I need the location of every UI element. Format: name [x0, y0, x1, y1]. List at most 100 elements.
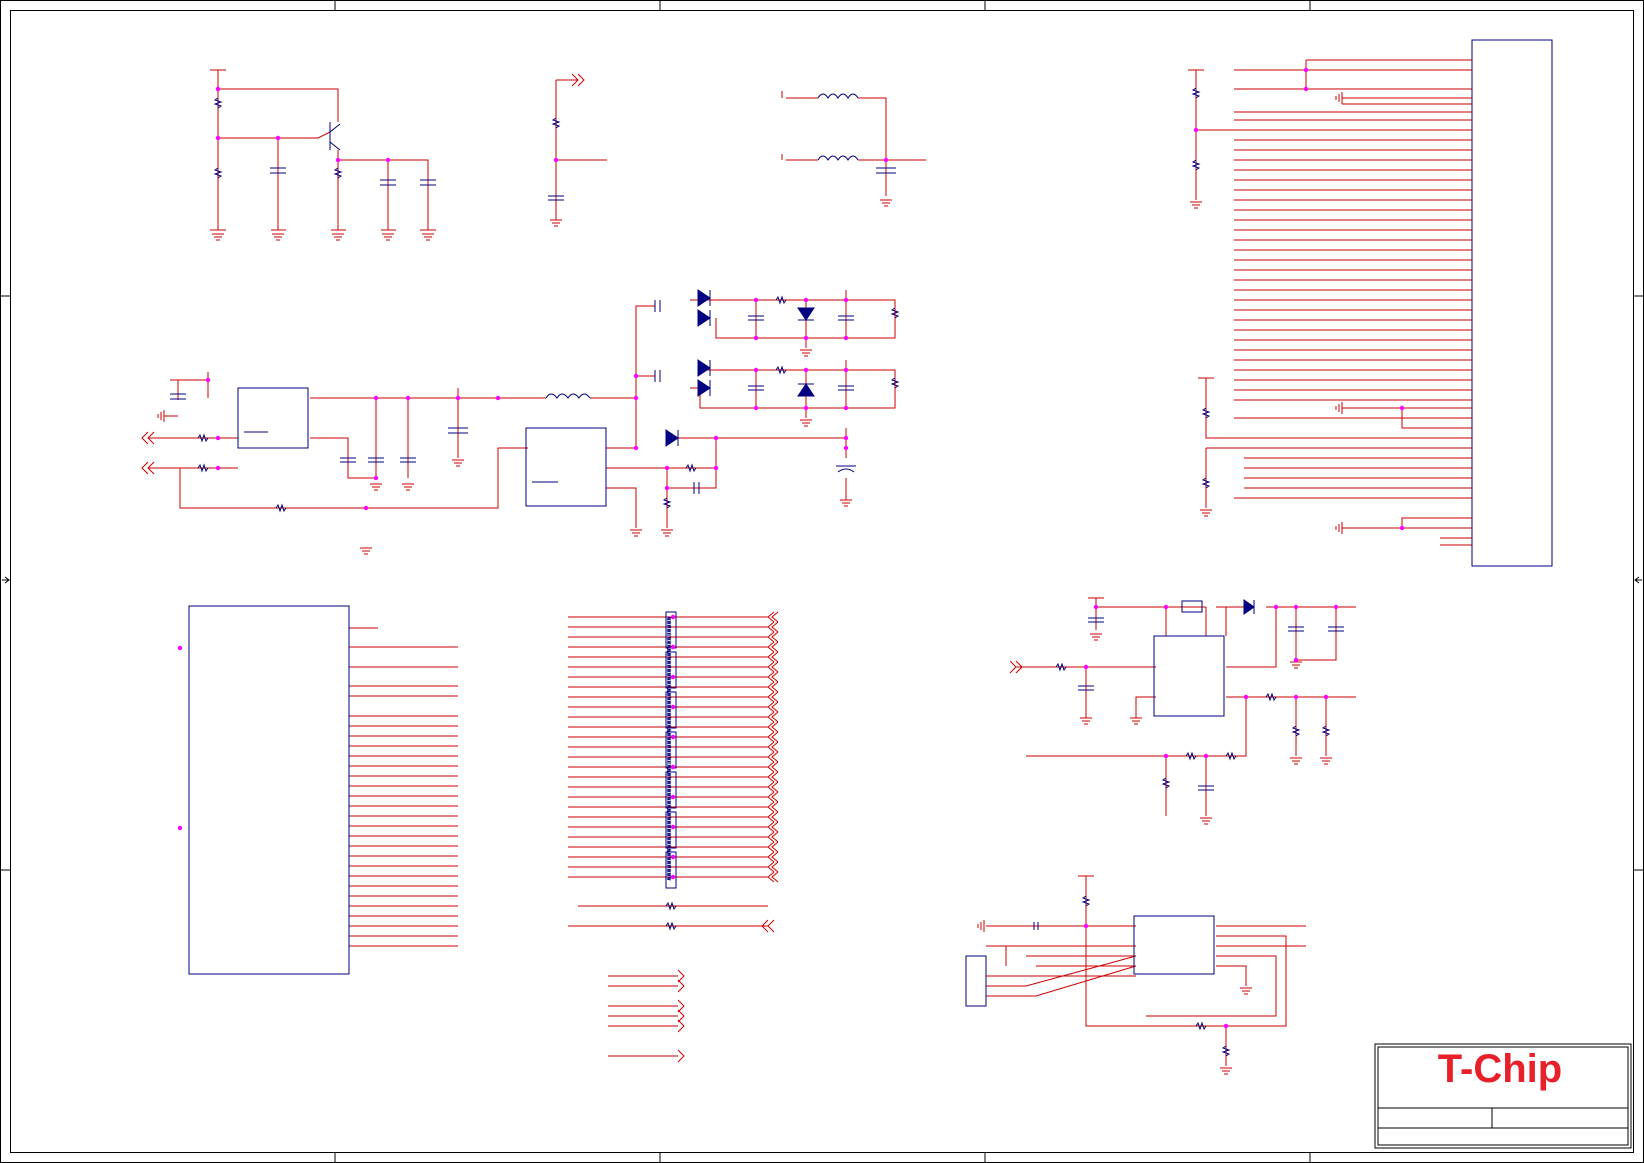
resistor-array-element — [666, 652, 672, 657]
junction-dot — [373, 395, 379, 401]
resistor-array-element — [666, 716, 672, 721]
junction-dot — [670, 614, 676, 620]
resistor-array-element — [666, 724, 672, 729]
resistor-array-element — [666, 744, 672, 749]
resistor-array-element — [666, 700, 672, 705]
junction-dot — [753, 405, 759, 411]
junction-dot — [753, 297, 759, 303]
junction-dot — [1293, 657, 1299, 663]
resistor-array-element — [666, 740, 672, 745]
resistor-array-element — [666, 648, 672, 653]
junction-dot — [753, 367, 759, 373]
bus-arrow — [767, 631, 779, 643]
resistor-array-element — [666, 692, 672, 697]
buck-converter-ic — [525, 427, 607, 507]
resistor-array-element — [666, 852, 672, 857]
junction-dot — [633, 395, 639, 401]
junction-dot — [670, 794, 676, 800]
header-connector — [965, 955, 987, 1007]
junction-dot — [275, 135, 281, 141]
resistor-array-element — [666, 792, 672, 797]
junction-dot — [215, 465, 221, 471]
resistor-array-element — [666, 640, 672, 645]
resistor-array-element — [666, 796, 672, 801]
bus-arrow — [767, 821, 779, 833]
junction-dot — [205, 377, 211, 383]
resistor-array-element — [666, 688, 672, 693]
bus-arrow — [767, 621, 779, 633]
wires — [148, 59, 1472, 1066]
resistor-array-element — [666, 664, 672, 669]
bottom-ic — [1133, 915, 1215, 975]
bus-arrow — [767, 651, 779, 663]
junction-dot — [803, 405, 809, 411]
bus-arrow — [767, 811, 779, 823]
sheet-frame — [0, 0, 1644, 1163]
resistor-array-element — [666, 632, 672, 637]
junction-dot — [1163, 604, 1169, 610]
bus-arrow — [767, 731, 779, 743]
junction-dot — [335, 157, 341, 163]
junction-dot — [1163, 753, 1169, 759]
junction-dot — [670, 824, 676, 830]
resistor-array-element — [666, 732, 672, 737]
resistor-array-element — [666, 708, 672, 713]
resistor-array-element — [666, 768, 672, 773]
junction-dot — [670, 674, 676, 680]
bus-arrow — [767, 741, 779, 753]
resistor-array-element — [666, 624, 672, 629]
junction-dot — [670, 644, 676, 650]
resistor-array-element — [666, 864, 672, 869]
resistor-array-element — [666, 844, 672, 849]
bus-arrow — [767, 841, 779, 853]
junction-dot — [215, 435, 221, 441]
resistor-array-element — [666, 680, 672, 685]
resistor-array-element — [666, 848, 672, 853]
resistor-array-element — [666, 620, 672, 625]
junction-dot — [177, 825, 183, 831]
bus-arrow — [767, 871, 779, 883]
bus-arrow — [767, 681, 779, 693]
resistors — [197, 87, 1331, 1057]
junction-dot — [670, 764, 676, 770]
bus-arrow — [767, 831, 779, 843]
resistor-array-element — [666, 776, 672, 781]
junction-dot — [670, 704, 676, 710]
junction-dot — [1333, 604, 1339, 610]
junction-dot — [363, 505, 369, 511]
components — [170, 39, 1553, 1007]
bus-arrow — [767, 861, 779, 873]
resistor-array-element — [666, 672, 672, 677]
junction-dot — [843, 297, 849, 303]
junction-dot — [670, 854, 676, 860]
resistor-array-element — [666, 824, 672, 829]
junction-dot — [843, 335, 849, 341]
bus-arrow — [767, 721, 779, 733]
bus-arrow — [767, 611, 779, 623]
junction-dot — [1323, 694, 1329, 700]
junction-dot — [1083, 664, 1089, 670]
junction-dot — [843, 367, 849, 373]
bus-arrow — [767, 761, 779, 773]
junction-dot — [385, 157, 391, 163]
junction-dot — [1093, 604, 1099, 610]
fpc-connector — [1471, 39, 1553, 567]
resistor-array-element — [666, 800, 672, 805]
resistor-array-element — [666, 616, 672, 621]
main-soc-block — [188, 605, 350, 975]
bus-arrow — [767, 751, 779, 763]
ground-symbols — [157, 92, 1343, 1075]
bus-arrow — [767, 701, 779, 713]
junction-dot — [843, 445, 849, 451]
resistor-array-element — [666, 804, 672, 809]
resistor-array-element — [666, 748, 672, 753]
junction-dot — [1083, 923, 1089, 929]
junction-dot — [1293, 694, 1299, 700]
bus-arrow — [767, 801, 779, 813]
junction-dot — [1293, 604, 1299, 610]
bus-arrow — [767, 671, 779, 683]
resistor-array-element — [666, 788, 672, 793]
resistor-array-element — [666, 836, 672, 841]
resistor-array-element — [666, 784, 672, 789]
resistor-array-element — [666, 636, 672, 641]
